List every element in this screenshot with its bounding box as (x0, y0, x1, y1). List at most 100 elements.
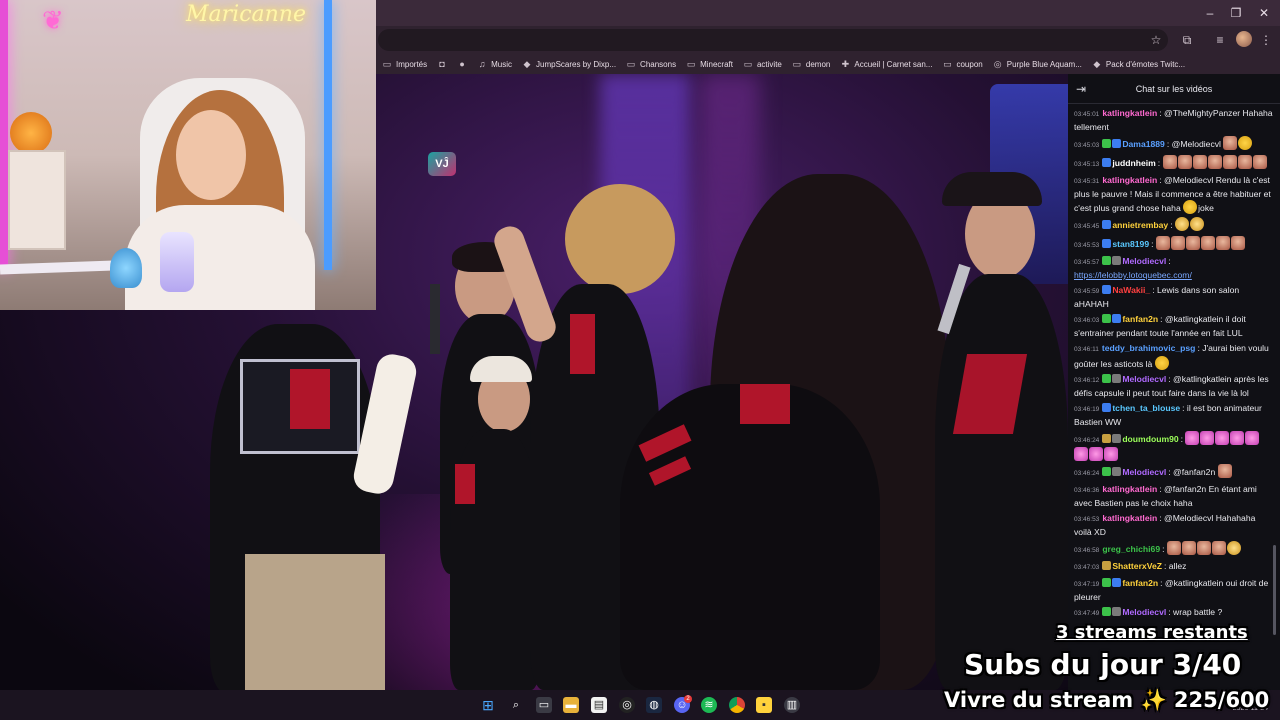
sticky-notes-icon[interactable]: ▪ (756, 697, 772, 713)
chat-username[interactable]: tchen_ta_blouse (1112, 403, 1180, 413)
bookmark-item[interactable]: ▭ Minecraft (686, 59, 733, 69)
bookmark-item[interactable]: ▭ demon (792, 59, 831, 69)
chat-panel: ⇥ Chat sur les vidéos 03:45:01 katlingkat… (1068, 74, 1280, 690)
message-time: 03:46:24 (1074, 470, 1100, 477)
chat-message: 03:47:03 ShatterxVeZ: allez (1068, 559, 1280, 576)
separator: : (1157, 158, 1163, 168)
emote-icon (1230, 431, 1245, 445)
message-time: 03:45:03 (1074, 142, 1100, 149)
windows-start-icon[interactable]: ⊞ (480, 697, 496, 713)
chat-username[interactable]: juddnheim (1112, 158, 1155, 168)
chat-username[interactable]: fanfan2n (1122, 314, 1158, 324)
chat-username[interactable]: ShatterxVeZ (1112, 561, 1162, 571)
message-time: 03:46:36 (1074, 487, 1100, 494)
bookmark-item[interactable]: ▭ coupon (942, 59, 983, 69)
extensions-icon[interactable]: ⧉ (1178, 31, 1196, 49)
emote-icon (1177, 155, 1192, 169)
emote-icon (1230, 236, 1245, 250)
chat-username[interactable]: NaWakii_ (1112, 285, 1150, 295)
address-bar[interactable] (378, 29, 1168, 51)
bookmark-item[interactable]: ♫ Music (477, 59, 512, 69)
chat-message: 03:45:03 Dama1889: @Melodiecvl (1068, 135, 1280, 154)
hair (565, 184, 675, 294)
emote-icon (1166, 541, 1181, 555)
bookmark-item[interactable]: ◆ JumpScares by Dixp... (522, 59, 617, 69)
bookmark-item[interactable]: ▭ Importés (382, 59, 427, 69)
chat-message: 03:45:01 katlingkatlein: @TheMightyPanzer… (1068, 106, 1280, 135)
media-icon[interactable]: ≡ (1211, 31, 1229, 49)
folder-icon: ▭ (686, 59, 696, 69)
emote-icon (1217, 464, 1232, 478)
emote-icon (1237, 155, 1252, 169)
chat-scrollbar[interactable] (1273, 545, 1276, 635)
message-time: 03:47:49 (1074, 610, 1100, 617)
notepad-icon[interactable]: ▤ (591, 697, 607, 713)
chat-username[interactable]: teddy_brahimovic_psg (1102, 343, 1196, 353)
lamp (160, 232, 194, 292)
folder-icon: ▭ (743, 59, 753, 69)
chat-username[interactable]: fanfan2n (1122, 578, 1158, 588)
chat-link[interactable]: https://lelobby.lotoquebec.com/ (1074, 270, 1192, 280)
menu-icon[interactable]: ⋮ (1257, 31, 1275, 49)
chat-username[interactable]: katlingkatlein (1102, 484, 1157, 494)
close-icon[interactable]: ✕ (1250, 4, 1278, 22)
jersey-number (290, 369, 330, 429)
spotify-icon[interactable]: ≋ (701, 697, 717, 713)
bookmark-item[interactable]: ▭ Chansons (626, 59, 676, 69)
chat-username[interactable]: Dama1889 (1122, 139, 1165, 149)
chat-username[interactable]: Melodiecvl (1122, 467, 1166, 477)
emote-icon (1174, 217, 1189, 231)
message-time: 03:45:57 (1074, 259, 1100, 266)
chat-message: 03:45:57 Melodiecvl: https://lelobby.loto… (1068, 254, 1280, 283)
obs-icon[interactable]: ◎ (619, 697, 635, 713)
chat-text: @fanfan2n (1173, 467, 1216, 477)
chat-message: 03:46:24 Melodiecvl: @fanfan2n (1068, 463, 1280, 482)
bookmark-item[interactable]: ✚ Accueil | Carnet san... (840, 59, 933, 69)
chat-username[interactable]: doumdoum90 (1122, 434, 1178, 444)
emote-icon (1170, 236, 1185, 250)
chat-username[interactable]: stan8199 (1112, 239, 1149, 249)
star-icon[interactable]: ☆ (1147, 31, 1165, 49)
minimize-icon[interactable]: – (1196, 4, 1224, 22)
emote-icon (1215, 236, 1230, 250)
emote-icon (1252, 155, 1267, 169)
bookmark-item[interactable]: ● (457, 59, 467, 69)
bookmark-item[interactable]: ◆ Pack d'émotes Twitc... (1092, 59, 1185, 69)
bookmark-item[interactable]: ◎ Purple Blue Aquam... (993, 59, 1082, 69)
maximize-icon[interactable]: ❐ (1222, 4, 1250, 22)
message-time: 03:47:03 (1074, 564, 1100, 571)
emote-icon (1185, 431, 1200, 445)
bookmark-item[interactable]: ▭ activite (743, 59, 782, 69)
task-view-icon[interactable]: ▭ (536, 697, 552, 713)
chrome-icon[interactable] (729, 697, 745, 713)
emote-icon (1226, 541, 1241, 555)
search-icon[interactable]: ⌕ (508, 697, 524, 713)
message-time: 03:46:53 (1074, 516, 1100, 523)
chat-username[interactable]: katlingkatlein (1102, 175, 1157, 185)
chat-username[interactable]: annietrembay (1112, 220, 1168, 230)
chat-username[interactable]: Melodiecvl (1122, 374, 1166, 384)
folder-icon: ▭ (943, 59, 952, 69)
profile-avatar[interactable] (1236, 31, 1252, 47)
chat-username[interactable]: katlingkatlein (1102, 108, 1157, 118)
chat-username[interactable]: greg_chichi69 (1102, 544, 1160, 554)
emote-icon (1200, 431, 1215, 445)
chat-text: @Melodiecvl (1171, 139, 1221, 149)
bookmark-item[interactable]: ◘ (437, 59, 447, 69)
file-explorer-icon[interactable]: ▬ (563, 697, 579, 713)
bookmark-label: Accueil | Carnet san... (854, 59, 933, 69)
bookmark-label: Pack d'émotes Twitc... (1105, 59, 1186, 69)
person (620, 384, 880, 690)
notification-badge: 2 (684, 695, 692, 703)
emote-icon (1185, 236, 1200, 250)
user-badge-icon (1102, 239, 1112, 248)
steam-icon[interactable]: ◍ (646, 697, 662, 713)
chat-message: 03:47:19 fanfan2n: @katlingkatlein oui dr… (1068, 576, 1280, 605)
app-icon[interactable]: ▥ (784, 697, 800, 713)
chat-username[interactable]: Melodiecvl (1122, 256, 1166, 266)
chat-username[interactable]: katlingkatlein (1102, 513, 1157, 523)
cross-icon: ✚ (841, 59, 850, 69)
bookmark-label: Chansons (640, 59, 677, 69)
chat-message: 03:46:12 Melodiecvl: @katlingkatlein aprè… (1068, 372, 1280, 401)
chat-username[interactable]: Melodiecvl (1122, 607, 1166, 617)
